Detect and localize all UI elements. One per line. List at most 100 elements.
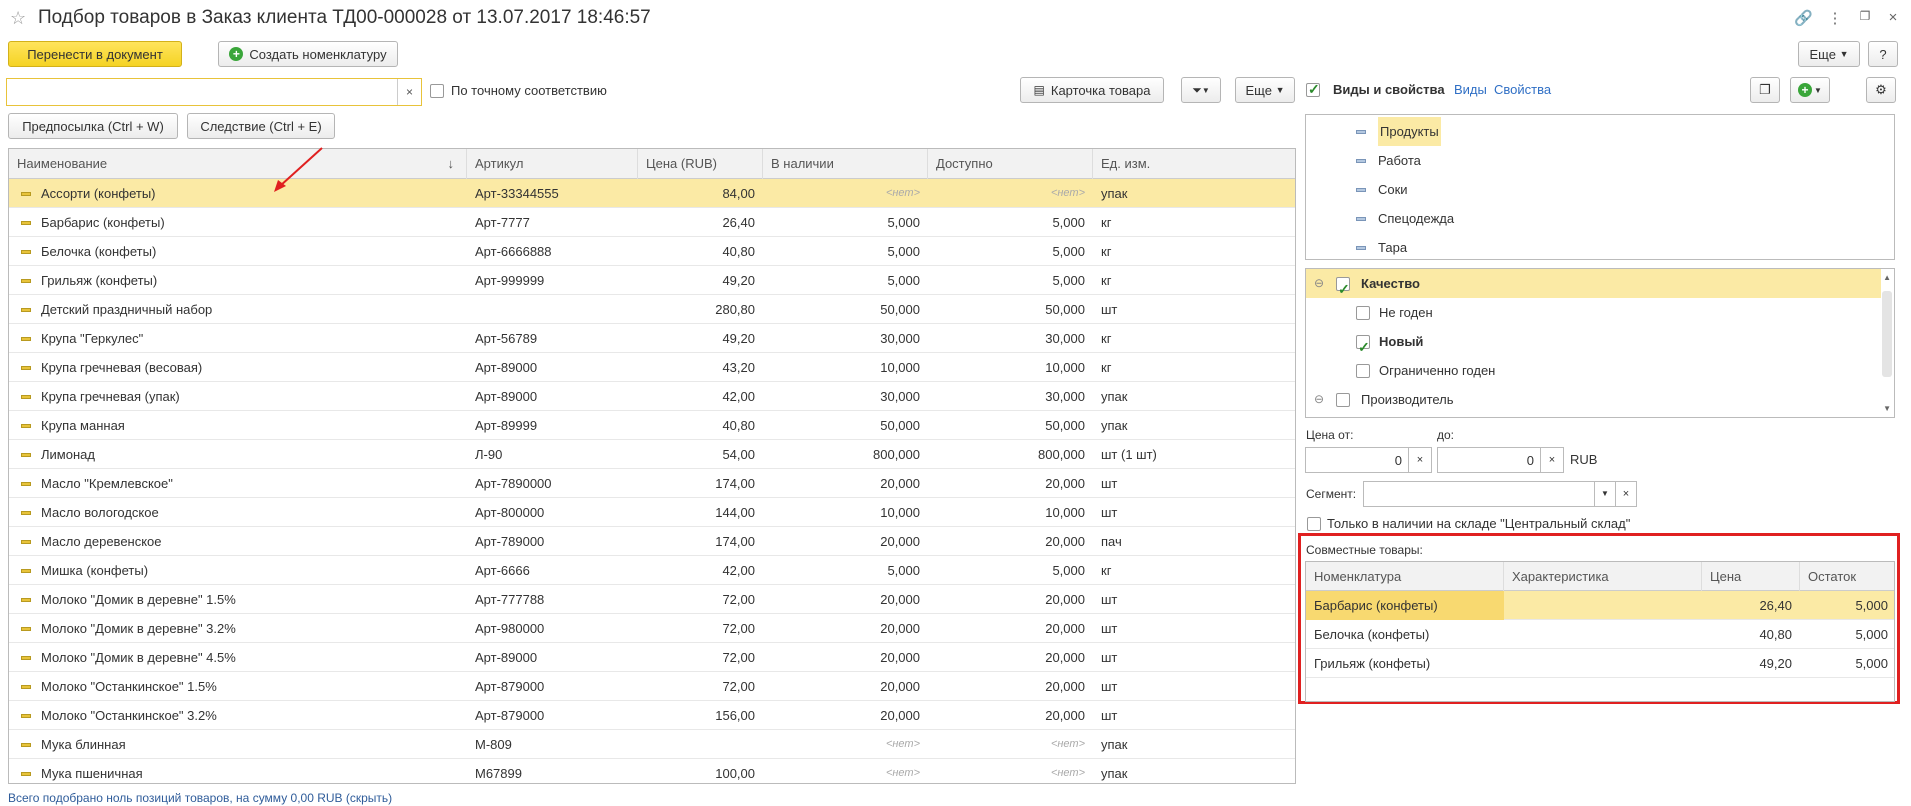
collapse-icon[interactable]: ⊖ bbox=[1314, 269, 1324, 298]
add-button[interactable]: + ▼ bbox=[1790, 77, 1830, 103]
create-item-button[interactable]: + Создать номенклатуру bbox=[218, 41, 398, 67]
kind-label: Спецодежда bbox=[1378, 211, 1455, 226]
kind-item[interactable]: Соки bbox=[1306, 175, 1894, 204]
product-card-button[interactable]: ▤ Карточка товара bbox=[1020, 77, 1164, 103]
table-row[interactable]: Масло вологодское Арт-800000 144,00 10,000 1… bbox=[9, 498, 1295, 527]
price-to-clear-icon[interactable]: × bbox=[1540, 447, 1564, 473]
joint-col-name[interactable]: Номенклатура bbox=[1306, 562, 1504, 591]
exact-match-checkbox[interactable] bbox=[430, 84, 444, 101]
kind-item[interactable]: Работа bbox=[1306, 146, 1894, 175]
next-button[interactable]: Следствие (Ctrl + E) bbox=[187, 113, 335, 139]
filter-button[interactable]: ⏷ ▼ bbox=[1181, 77, 1221, 103]
table-row[interactable]: Детский праздничный набор 280,80 50,000 50,… bbox=[9, 295, 1295, 324]
grid-more-button[interactable]: Еще ▼ bbox=[1235, 77, 1295, 103]
table-row[interactable]: Молоко "Домик в деревне" 4.5% Арт-89000 72… bbox=[9, 643, 1295, 672]
joint-cell-price: 40,80 bbox=[1759, 627, 1792, 642]
kinds-link[interactable]: Виды bbox=[1454, 82, 1487, 97]
table-row[interactable]: Крупа "Геркулес" Арт-56789 49,20 30,000 30,0… bbox=[9, 324, 1295, 353]
settings-button[interactable]: ⚙ bbox=[1866, 77, 1896, 103]
table-row[interactable]: Ассорти (конфеты) Арт-33344555 84,00 <нет> <… bbox=[9, 179, 1295, 208]
joint-cell-char bbox=[1504, 649, 1702, 678]
favorite-star-icon[interactable]: ☆ bbox=[10, 8, 26, 29]
help-button[interactable]: ? bbox=[1868, 41, 1898, 67]
scrollbar[interactable] bbox=[1882, 291, 1892, 377]
prop-item[interactable]: Не годен bbox=[1306, 298, 1881, 327]
table-row[interactable]: Крупа гречневая (весовая) Арт-89000 43,20 1… bbox=[9, 353, 1295, 382]
prop-checkbox[interactable] bbox=[1356, 364, 1370, 378]
joint-col-rest[interactable]: Остаток bbox=[1800, 562, 1896, 591]
scroll-down-icon[interactable]: ▼ bbox=[1883, 404, 1891, 413]
transfer-button[interactable]: Перенести в документ bbox=[8, 41, 182, 67]
col-article[interactable]: Артикул bbox=[467, 149, 638, 179]
more-button[interactable]: Еще ▼ bbox=[1798, 41, 1860, 67]
joint-row[interactable]: Грильяж (конфеты) 49,20 5,000 bbox=[1306, 649, 1894, 678]
cell-stock: 10,000 bbox=[880, 505, 920, 520]
joint-col-price[interactable]: Цена bbox=[1702, 562, 1800, 591]
more-vertical-icon[interactable]: ⋮ bbox=[1826, 9, 1844, 27]
table-row[interactable]: Барбарис (конфеты) Арт-7777 26,40 5,000 5,00… bbox=[9, 208, 1295, 237]
col-available[interactable]: Доступно bbox=[928, 149, 1093, 179]
table-row[interactable]: Мишка (конфеты) Арт-6666 42,00 5,000 5,000 кг bbox=[9, 556, 1295, 585]
col-unit[interactable]: Ед. изм. bbox=[1093, 149, 1295, 179]
price-to-input[interactable]: 0 bbox=[1437, 447, 1541, 473]
joint-row[interactable]: Барбарис (конфеты) 26,40 5,000 bbox=[1306, 591, 1894, 620]
table-row[interactable]: Грильяж (конфеты) Арт-999999 49,20 5,000 5,0… bbox=[9, 266, 1295, 295]
joint-cell-name: Грильяж (конфеты) bbox=[1314, 656, 1431, 671]
prop-item[interactable]: Ограниченно годен bbox=[1306, 356, 1881, 385]
prop-item[interactable]: ⊖ Производитель bbox=[1306, 385, 1881, 414]
col-stock[interactable]: В наличии bbox=[763, 149, 928, 179]
table-row[interactable]: Молоко "Останкинское" 3.2% Арт-879000 156,… bbox=[9, 701, 1295, 730]
prev-button[interactable]: Предпосылка (Ctrl + W) bbox=[8, 113, 178, 139]
prop-checkbox[interactable] bbox=[1356, 333, 1370, 362]
table-row[interactable]: Крупа манная Арт-89999 40,80 50,000 50,000 уп… bbox=[9, 411, 1295, 440]
search-input[interactable]: × bbox=[6, 78, 422, 106]
table-row[interactable]: Крупа гречневая (упак) Арт-89000 42,00 30,0… bbox=[9, 382, 1295, 411]
collapse-icon[interactable]: ⊖ bbox=[1314, 385, 1324, 414]
kind-item[interactable]: Продукты bbox=[1306, 117, 1894, 146]
joint-cell-name: Барбарис (конфеты) bbox=[1306, 591, 1504, 620]
only-stock-checkbox[interactable] bbox=[1307, 517, 1321, 534]
table-row[interactable]: Масло деревенское Арт-789000 174,00 20,000 2… bbox=[9, 527, 1295, 556]
prop-checkbox[interactable] bbox=[1336, 393, 1350, 407]
table-row[interactable]: Мука блинная М-809 <нет> <нет> упак bbox=[9, 730, 1295, 759]
joint-col-char[interactable]: Характеристика bbox=[1504, 562, 1702, 591]
table-row[interactable]: Мука пшеничная М67899 100,00 <нет> <нет> упак bbox=[9, 759, 1295, 783]
table-row[interactable]: Молоко "Останкинское" 1.5% Арт-879000 72,0… bbox=[9, 672, 1295, 701]
status-text[interactable]: Всего подобрано ноль позиций товаров, на… bbox=[8, 791, 392, 805]
table-row[interactable]: Масло "Кремлевское" Арт-7890000 174,00 20,0… bbox=[9, 469, 1295, 498]
copy-button[interactable]: ❐ bbox=[1750, 77, 1780, 103]
restore-icon[interactable]: ❐ bbox=[1856, 9, 1874, 23]
cell-stock: 5,000 bbox=[887, 244, 920, 259]
cell-unit: кг bbox=[1101, 331, 1112, 346]
prop-checkbox[interactable] bbox=[1356, 306, 1370, 320]
price-from-input[interactable]: 0 bbox=[1305, 447, 1409, 473]
cell-name: Крупа манная bbox=[41, 418, 125, 433]
kind-item[interactable]: Тара bbox=[1306, 233, 1894, 262]
col-name[interactable]: Наименование ↓ bbox=[9, 149, 467, 179]
kind-marker-icon bbox=[1356, 130, 1366, 134]
kinds-props-checkbox[interactable] bbox=[1306, 81, 1320, 100]
prop-checkbox[interactable] bbox=[1336, 275, 1350, 304]
segment-clear-icon[interactable]: × bbox=[1615, 481, 1637, 507]
cell-art: Арт-33344555 bbox=[475, 186, 559, 201]
prop-item[interactable]: Новый bbox=[1306, 327, 1881, 362]
close-icon[interactable]: × bbox=[1884, 9, 1902, 26]
table-row[interactable]: Белочка (конфеты) Арт-6666888 40,80 5,000 5,… bbox=[9, 237, 1295, 266]
price-from-clear-icon[interactable]: × bbox=[1408, 447, 1432, 473]
segment-input[interactable] bbox=[1363, 481, 1595, 507]
table-row[interactable]: Молоко "Домик в деревне" 3.2% Арт-980000 7… bbox=[9, 614, 1295, 643]
kind-item[interactable]: Спецодежда bbox=[1306, 204, 1894, 233]
props-link[interactable]: Свойства bbox=[1494, 82, 1551, 97]
prop-item[interactable]: ⊖ Качество bbox=[1306, 269, 1881, 304]
joint-row[interactable]: Белочка (конфеты) 40,80 5,000 bbox=[1306, 620, 1894, 649]
table-row[interactable]: Молоко "Домик в деревне" 1.5% Арт-777788 7… bbox=[9, 585, 1295, 614]
col-price[interactable]: Цена (RUB) bbox=[638, 149, 763, 179]
cell-stock: 10,000 bbox=[880, 360, 920, 375]
cell-unit: упак bbox=[1101, 766, 1128, 781]
segment-dropdown-icon[interactable]: ▼ bbox=[1594, 481, 1616, 507]
link-icon[interactable]: 🔗 bbox=[1794, 9, 1813, 27]
search-clear-icon[interactable]: × bbox=[397, 79, 421, 105]
cell-art: Арт-6666 bbox=[475, 563, 530, 578]
table-row[interactable]: Лимонад Л-90 54,00 800,000 800,000 шт (1 шт) bbox=[9, 440, 1295, 469]
scroll-up-icon[interactable]: ▲ bbox=[1883, 273, 1891, 282]
